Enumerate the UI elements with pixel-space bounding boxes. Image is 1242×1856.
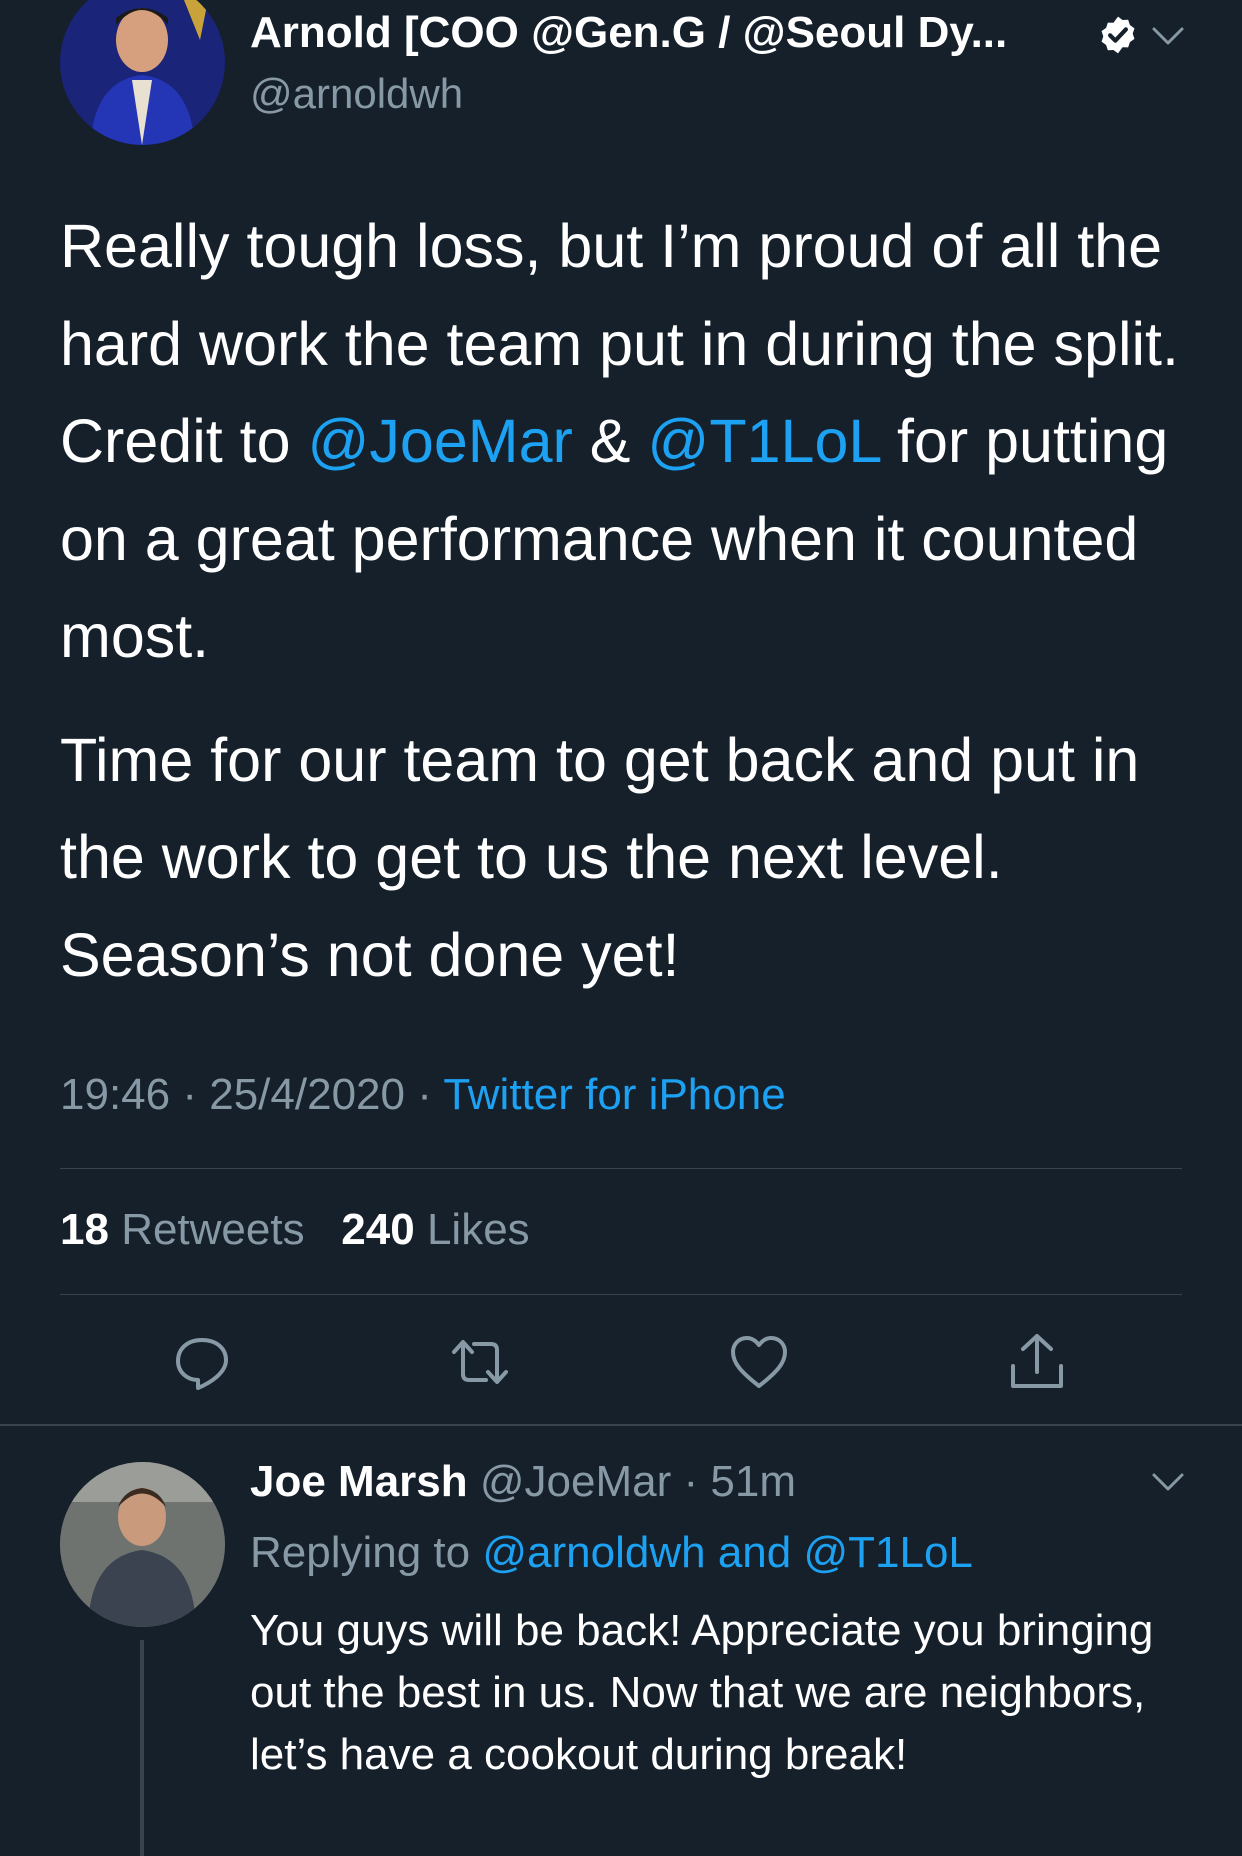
likes-count: 240 [341, 1205, 415, 1254]
author-display-name[interactable]: Arnold [COO @Gen.G / @Seoul Dy... [250, 8, 1007, 58]
meta-separator: · [182, 1070, 210, 1119]
tweet-time: 19:46 [60, 1070, 171, 1119]
tweet-text: Really tough loss, but I’m proud of all … [60, 198, 1200, 1030]
replying-to: Replying to @arnoldwh and @T1LoL [250, 1528, 973, 1578]
retweet-icon[interactable] [448, 1330, 512, 1394]
likes-label: Likes [426, 1205, 530, 1254]
divider [60, 1294, 1182, 1295]
thread-line [140, 1640, 144, 1856]
engagement-counts: 18 Retweets 240 Likes [60, 1205, 530, 1255]
reply-text: You guys will be back! Appreciate you br… [250, 1606, 1154, 1779]
tweet-paragraph-1: Really tough loss, but I’m proud of all … [60, 198, 1200, 686]
retweets-stat[interactable]: 18 Retweets [60, 1205, 305, 1254]
meta-separator: · [417, 1070, 444, 1119]
reply-handle[interactable]: @JoeMar [480, 1457, 671, 1506]
tweet-date: 25/4/2020 [209, 1070, 405, 1119]
tweet-source-link[interactable]: Twitter for iPhone [443, 1070, 785, 1119]
like-icon[interactable] [727, 1330, 791, 1394]
reply-header: Joe Marsh @JoeMar · 51m [250, 1457, 796, 1507]
reply-icon[interactable] [170, 1330, 234, 1394]
chevron-down-icon[interactable] [1150, 24, 1186, 48]
meta-separator: · [671, 1457, 711, 1506]
reply-display-name[interactable]: Joe Marsh [250, 1457, 468, 1506]
tweet-paragraph-2: Time for our team to get back and put in… [60, 725, 1140, 989]
author-handle[interactable]: @arnoldwh [250, 70, 463, 118]
chevron-down-icon[interactable] [1150, 1470, 1186, 1494]
mention-link[interactable]: @JoeMar [308, 407, 573, 475]
likes-stat[interactable]: 240 Likes [341, 1205, 529, 1254]
retweets-count: 18 [60, 1205, 109, 1254]
divider [60, 1168, 1182, 1169]
verified-badge-icon [1097, 14, 1139, 56]
reply-age: 51m [710, 1457, 796, 1506]
author-avatar[interactable] [60, 0, 225, 145]
retweets-label: Retweets [121, 1205, 305, 1254]
share-icon[interactable] [1005, 1330, 1069, 1394]
tweet-meta: 19:46 · 25/4/2020 · Twitter for iPhone [60, 1070, 786, 1120]
replying-to-links[interactable]: @arnoldwh and @T1LoL [482, 1528, 973, 1577]
reply-author-avatar[interactable] [60, 1462, 225, 1627]
section-divider [0, 1424, 1242, 1426]
mention-link[interactable]: @T1LoL [647, 407, 880, 475]
tweet-text-part: & [572, 407, 648, 475]
replying-prefix: Replying to [250, 1528, 471, 1577]
